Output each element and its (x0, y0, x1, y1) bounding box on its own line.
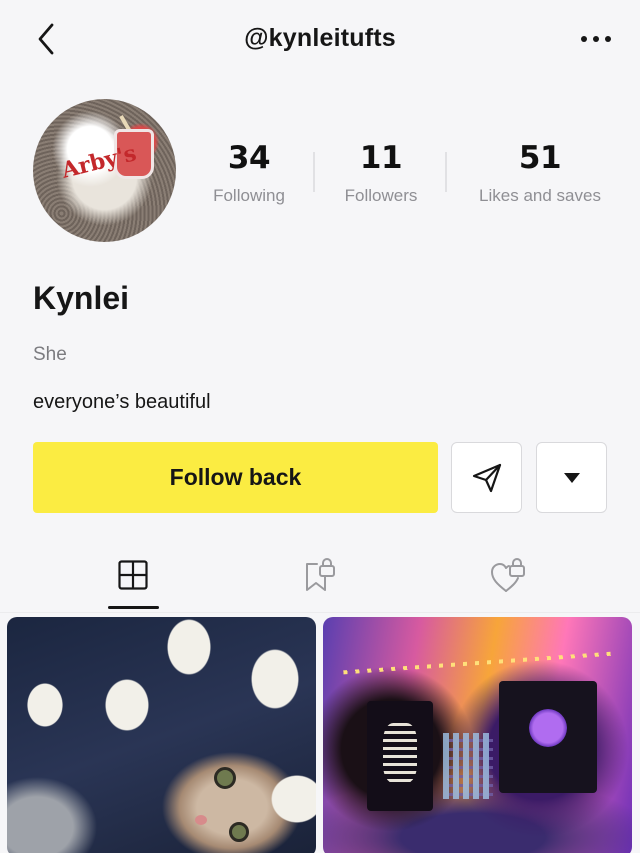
following-count: 34 (227, 140, 271, 176)
more-horizontal-icon (581, 36, 611, 42)
likes-count: 51 (518, 140, 562, 176)
tab-saved[interactable] (275, 545, 365, 611)
grid-layout-icon (118, 560, 148, 590)
tab-liked[interactable] (463, 545, 553, 611)
kitten-eye (214, 767, 236, 789)
tabs-divider (0, 612, 640, 613)
followers-label: Followers (344, 186, 418, 205)
posts-grid (0, 617, 640, 853)
heart-lock-icon (491, 558, 525, 592)
likes-label: Likes and saves (479, 186, 601, 205)
profile-tabs (0, 545, 640, 611)
string-lights (343, 651, 613, 675)
tab-posts[interactable] (88, 545, 178, 611)
avatar[interactable]: Arby's (33, 99, 176, 242)
profile-stats: 34 Following 11 Followers 51 Likes and s… (182, 140, 640, 210)
profile-pronoun: She (33, 344, 67, 365)
more-actions-dropdown[interactable] (536, 442, 607, 513)
skeleton-ribs (383, 723, 417, 783)
caret-down-icon (563, 472, 580, 483)
send-icon (472, 463, 501, 492)
profile-screen: @kynleitufts Arby's 34 Following 11 Foll… (0, 0, 640, 853)
profile-username: @kynleitufts (244, 24, 396, 52)
share-button[interactable] (451, 442, 522, 513)
kitten-eye (229, 822, 249, 842)
top-bar: @kynleitufts (0, 0, 640, 78)
post-thumbnail-kitten[interactable] (7, 617, 316, 853)
bookmark-lock-icon (306, 558, 335, 591)
post-thumbnail-room[interactable] (323, 617, 632, 853)
profile-name: Kynlei (33, 280, 130, 316)
followers-count: 11 (359, 140, 403, 176)
more-options-button[interactable] (576, 24, 616, 54)
photo-wall (443, 733, 493, 799)
butterfly-emblem (529, 709, 567, 747)
stats-divider (445, 152, 447, 192)
following-stat[interactable]: 34 Following (204, 140, 294, 206)
stats-divider (313, 152, 315, 192)
likes-stat[interactable]: 51 Likes and saves (468, 140, 612, 206)
followers-stat[interactable]: 11 Followers (336, 140, 426, 206)
following-label: Following (213, 186, 285, 205)
follow-back-button[interactable]: Follow back (33, 442, 438, 513)
profile-bio: everyone’s beautiful (33, 391, 211, 413)
active-tab-indicator (108, 606, 159, 609)
kitten-nose (195, 815, 207, 825)
